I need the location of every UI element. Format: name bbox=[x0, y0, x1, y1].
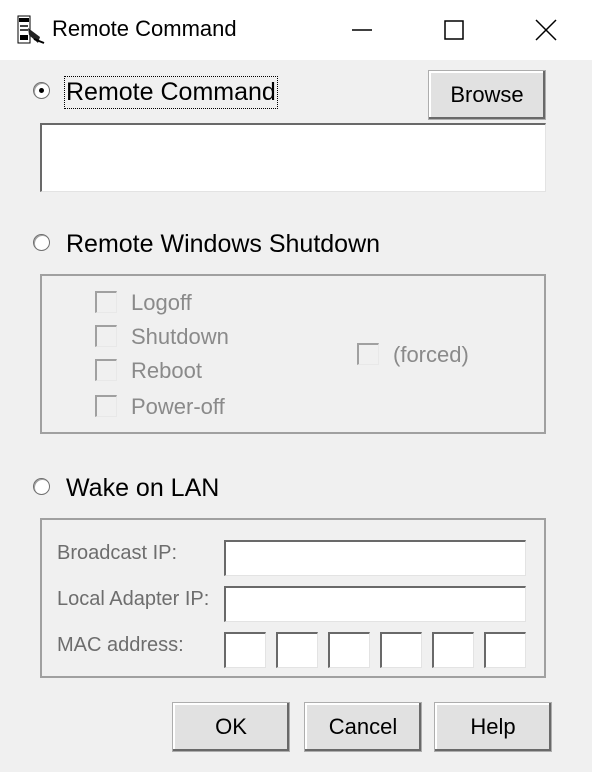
remote-command-radio[interactable] bbox=[33, 82, 50, 99]
broadcast-ip-input[interactable] bbox=[224, 540, 526, 576]
wake-on-lan-radio[interactable] bbox=[33, 478, 50, 495]
browse-button[interactable]: Browse bbox=[428, 70, 546, 120]
wake-on-lan-label[interactable]: Wake on LAN bbox=[66, 474, 219, 503]
local-adapter-ip-input[interactable] bbox=[224, 586, 526, 622]
maximize-button[interactable] bbox=[408, 0, 500, 60]
window-title: Remote Command bbox=[52, 16, 237, 41]
mac-octet-6-input[interactable] bbox=[484, 632, 526, 668]
mac-octet-3-input[interactable] bbox=[328, 632, 370, 668]
forced-checkbox[interactable] bbox=[357, 343, 379, 365]
shutdown-label: Shutdown bbox=[131, 324, 229, 349]
cancel-button[interactable]: Cancel bbox=[304, 702, 422, 752]
logoff-checkbox[interactable] bbox=[95, 291, 117, 313]
remote-shutdown-label[interactable]: Remote Windows Shutdown bbox=[66, 230, 380, 259]
reboot-checkbox[interactable] bbox=[95, 359, 117, 381]
close-icon bbox=[535, 19, 557, 41]
logoff-label: Logoff bbox=[131, 290, 192, 315]
mac-address-label: MAC address: bbox=[57, 634, 184, 656]
mac-octet-1-input[interactable] bbox=[224, 632, 266, 668]
mac-octet-2-input[interactable] bbox=[276, 632, 318, 668]
local-adapter-ip-label: Local Adapter IP: bbox=[57, 588, 210, 610]
close-button[interactable] bbox=[500, 0, 592, 60]
maximize-icon bbox=[444, 20, 464, 40]
minimize-icon bbox=[352, 29, 372, 31]
remote-shutdown-radio[interactable] bbox=[33, 234, 50, 251]
mac-octet-5-input[interactable] bbox=[432, 632, 474, 668]
power-off-checkbox[interactable] bbox=[95, 395, 117, 417]
app-icon bbox=[17, 15, 45, 44]
broadcast-ip-label: Broadcast IP: bbox=[57, 542, 178, 564]
power-off-label: Power-off bbox=[131, 394, 225, 419]
shutdown-checkbox[interactable] bbox=[95, 325, 117, 347]
ok-button[interactable]: OK bbox=[172, 702, 290, 752]
remote-command-label[interactable]: Remote Command bbox=[64, 76, 278, 109]
mac-octet-4-input[interactable] bbox=[380, 632, 422, 668]
reboot-label: Reboot bbox=[131, 358, 202, 383]
title-bar: Remote Command bbox=[0, 0, 592, 60]
help-button[interactable]: Help bbox=[434, 702, 552, 752]
command-input[interactable] bbox=[40, 123, 546, 192]
minimize-button[interactable] bbox=[316, 0, 408, 60]
forced-label: (forced) bbox=[393, 342, 469, 367]
